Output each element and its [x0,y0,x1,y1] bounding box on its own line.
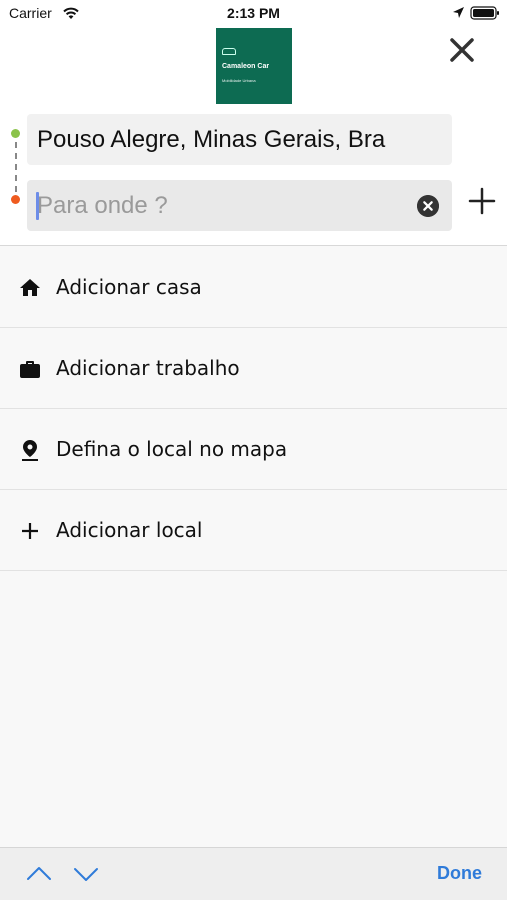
map-pin-icon [22,440,38,461]
destination-marker [11,195,20,204]
origin-marker [11,129,20,138]
chevron-down-icon[interactable] [73,863,99,885]
origin-value[interactable]: Pouso Alegre, Minas Gerais, Bra [37,114,402,165]
route-connector [15,142,17,192]
list-item-label: Adicionar local [56,518,203,542]
list-item-label: Defina o local no mapa [56,437,288,461]
location-arrow-icon [453,7,464,18]
route-header: Camaleon Car Mobilidade Urbana Pouso Ale… [0,28,507,246]
add-stop-plus-icon[interactable] [466,185,498,217]
keyboard-toolbar: Done [0,847,507,900]
list-item-add-home[interactable]: Adicionar casa [0,247,507,328]
destination-field[interactable] [27,180,452,231]
status-bar: Carrier 2:13 PM [0,0,507,28]
list-item-label: Adicionar casa [56,275,202,299]
logo-title: Camaleon Car [222,63,270,70]
battery-icon [470,6,499,20]
list-item-label: Adicionar trabalho [56,356,240,380]
app-logo: Camaleon Car Mobilidade Urbana [216,28,292,104]
status-time: 2:13 PM [227,5,280,21]
list-item-set-on-map[interactable]: Defina o local no mapa [0,409,507,490]
logo-subtitle: Mobilidade Urbana [222,78,256,83]
done-button[interactable]: Done [437,863,482,884]
briefcase-icon [20,361,40,378]
destination-input[interactable] [37,180,407,231]
list-item-add-work[interactable]: Adicionar trabalho [0,328,507,409]
car-icon [222,48,236,55]
clear-icon[interactable] [417,195,439,217]
saved-places-list: Adicionar casa Adicionar trabalho Defina… [0,247,507,571]
text-cursor [36,192,39,220]
home-icon [20,279,40,296]
chevron-up-icon[interactable] [26,863,52,885]
list-item-add-place[interactable]: Adicionar local [0,490,507,571]
plus-icon [22,523,38,539]
close-icon[interactable] [446,34,478,66]
origin-field[interactable]: Pouso Alegre, Minas Gerais, Bra [27,114,452,165]
